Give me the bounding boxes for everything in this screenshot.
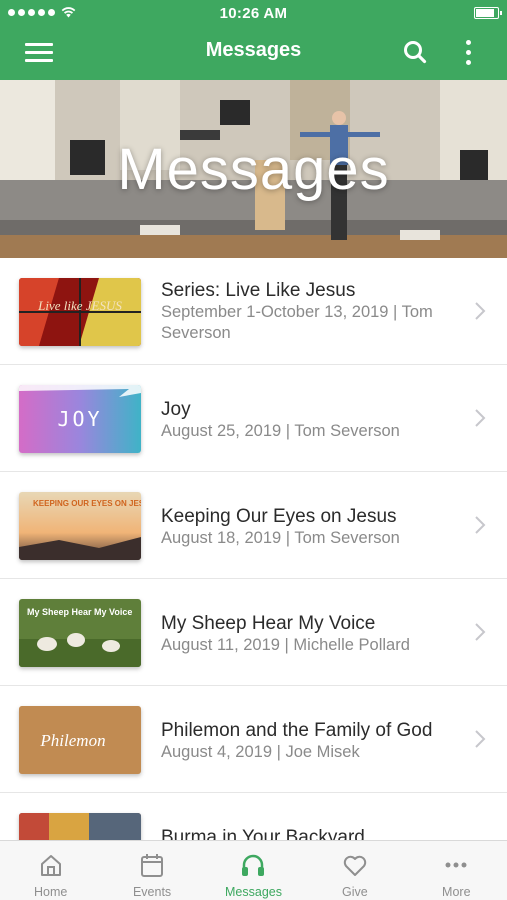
thumb-label: My Sheep Hear My Voice	[27, 607, 132, 617]
thumb-label: Live like JESUS	[37, 298, 122, 313]
message-title: Series: Live Like Jesus	[161, 280, 356, 301]
tab-events[interactable]: Events	[101, 841, 202, 900]
message-title: My Sheep Hear My Voice	[161, 613, 376, 634]
message-thumbnail: JOY	[19, 385, 141, 453]
more-dots-icon	[445, 862, 467, 868]
message-thumbnail: Live like JESUS	[19, 278, 141, 346]
message-subtitle: August 18, 2019 | Tom Severson	[161, 529, 400, 547]
tab-more[interactable]: More	[406, 841, 507, 900]
status-bar: 10:26 AM	[0, 0, 507, 26]
calendar-icon	[141, 854, 164, 877]
search-icon[interactable]	[402, 39, 428, 65]
list-item[interactable]: Philemon Philemon and the Family of God …	[0, 686, 507, 793]
tab-label: Messages	[225, 885, 282, 899]
message-title: Keeping Our Eyes on Jesus	[161, 506, 397, 527]
message-subtitle: September 1-October 13, 2019 | Tom Sever…	[161, 303, 433, 342]
headphones-icon	[242, 854, 265, 876]
message-thumbnail: My Sheep Hear My Voice	[19, 599, 141, 667]
thumb-label: JOY	[57, 407, 102, 431]
nav-bar: Messages	[0, 26, 507, 80]
chevron-right-icon	[475, 302, 486, 320]
heart-icon	[343, 855, 367, 876]
battery-icon	[474, 7, 502, 19]
tab-messages[interactable]: Messages	[203, 841, 304, 900]
thumb-label: Philemon	[39, 731, 105, 750]
thumb-label: KEEPING OUR EYES ON JESUS	[33, 499, 141, 508]
home-icon	[40, 855, 61, 876]
message-title: Joy	[161, 399, 191, 420]
message-subtitle: August 25, 2019 | Tom Severson	[161, 422, 400, 440]
tab-home[interactable]: Home	[0, 841, 101, 900]
message-subtitle: August 4, 2019 | Joe Misek	[161, 743, 360, 761]
tab-label: Events	[132, 885, 172, 899]
list-item[interactable]: KEEPING OUR EYES ON JESUS Keeping Our Ey…	[0, 472, 507, 579]
list-item[interactable]: JOY Joy August 25, 2019 | Tom Severson	[0, 365, 507, 472]
list-item[interactable]: Live like JESUS Series: Live Like Jesus …	[0, 258, 507, 365]
chevron-right-icon	[475, 409, 486, 427]
tab-bar: Home Events Messages Give More	[0, 840, 507, 900]
tab-label: Home	[34, 885, 68, 899]
tab-label: More	[442, 885, 471, 899]
more-options-icon[interactable]	[458, 39, 478, 67]
tab-label: Give	[342, 885, 368, 899]
tab-give[interactable]: Give	[304, 841, 405, 900]
message-thumbnail: Philemon	[19, 706, 141, 774]
message-title: Philemon and the Family of God	[161, 720, 433, 741]
chevron-right-icon	[475, 623, 486, 641]
hero-banner: Messages	[0, 80, 507, 258]
page-title: Messages	[205, 39, 302, 61]
chevron-right-icon	[475, 516, 486, 534]
message-subtitle: August 11, 2019 | Michelle Pollard	[161, 636, 410, 654]
chevron-right-icon	[475, 730, 486, 748]
hero-title: Messages	[117, 137, 390, 202]
message-thumbnail: KEEPING OUR EYES ON JESUS	[19, 492, 141, 560]
status-time: 10:26 AM	[219, 5, 288, 22]
list-item[interactable]: My Sheep Hear My Voice My Sheep Hear My …	[0, 579, 507, 686]
